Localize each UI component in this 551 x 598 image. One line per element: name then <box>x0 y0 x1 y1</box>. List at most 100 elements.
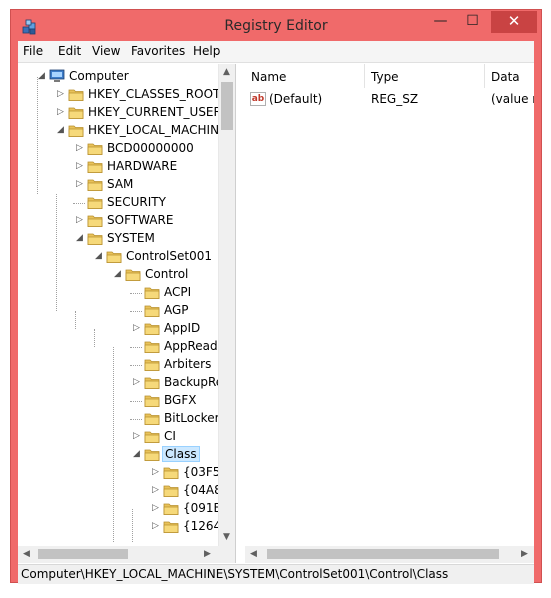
scroll-right-arrow-icon[interactable]: ▶ <box>204 549 211 559</box>
folder-icon <box>144 393 160 408</box>
tree-guide-line <box>75 311 76 329</box>
menu-favorites[interactable]: Favorites <box>131 44 185 58</box>
list-horizontal-scroll-thumb[interactable] <box>267 549 499 559</box>
tree-node[interactable]: ▷ {03F529 <box>18 464 235 482</box>
column-header-data[interactable]: Data <box>485 64 534 88</box>
tree-node[interactable]: ▷ SAM <box>18 176 218 194</box>
tree-node[interactable]: ▷ HARDWARE <box>18 158 218 176</box>
expand-arrow-icon[interactable]: ▷ <box>57 89 66 100</box>
tree-node[interactable]: ◢ Class <box>18 446 218 464</box>
scroll-down-arrow-icon[interactable]: ▼ <box>223 532 230 542</box>
tree-node-label[interactable]: HKEY_LOCAL_MACHINE <box>86 123 229 137</box>
tree-node[interactable]: ▷ SOFTWARE <box>18 212 218 230</box>
tree-node-label[interactable]: Arbiters <box>162 357 213 371</box>
tree-vertical-scroll-thumb[interactable] <box>221 82 233 130</box>
collapse-arrow-icon[interactable]: ◢ <box>57 125 66 136</box>
minimize-button[interactable]: — <box>425 11 456 33</box>
menu-help[interactable]: Help <box>193 44 220 58</box>
column-header-type[interactable]: Type <box>365 64 485 88</box>
collapse-arrow-icon[interactable]: ◢ <box>114 269 123 280</box>
close-button[interactable]: ✕ <box>491 11 537 33</box>
collapse-arrow-icon[interactable]: ◢ <box>95 251 104 262</box>
tree-node[interactable]: ▷ {091BC( <box>18 500 235 518</box>
tree-node-label[interactable]: SECURITY <box>105 195 168 209</box>
expand-arrow-icon[interactable]: ▷ <box>152 503 161 514</box>
expand-arrow-icon[interactable]: ▷ <box>133 431 142 442</box>
menu-view[interactable]: View <box>92 44 120 58</box>
expand-arrow-icon[interactable]: ▷ <box>133 377 142 388</box>
scroll-left-arrow-icon[interactable]: ◀ <box>250 549 257 559</box>
key-tree[interactable]: ◢ Computer ▷ HKEY_CLASSES_ROOT ▷ HKEY_CURRENT… <box>18 64 236 563</box>
tree-node[interactable]: Arbiters <box>18 356 218 374</box>
tree-node[interactable]: ACPI <box>18 284 218 302</box>
tree-node-label[interactable]: SAM <box>105 177 135 191</box>
expand-arrow-icon[interactable]: ▷ <box>76 161 85 172</box>
tree-vertical-scrollbar[interactable]: ▲ ▼ <box>218 64 235 546</box>
folder-icon <box>144 321 160 336</box>
tree-node-label[interactable]: BitLocker <box>162 411 222 425</box>
list-horizontal-scrollbar[interactable]: ◀ ▶ <box>245 546 534 563</box>
tree-node-label[interactable]: HKEY_CLASSES_ROOT <box>86 87 222 101</box>
title-bar[interactable]: Registry Editor — ☐ ✕ <box>11 10 541 42</box>
tree-node[interactable]: ◢ ControlSet001 <box>18 248 218 266</box>
expand-arrow-icon[interactable]: ▷ <box>152 467 161 478</box>
registry-editor-window: Registry Editor — ☐ ✕ File Edit View Fav… <box>10 9 542 584</box>
maximize-button[interactable]: ☐ <box>457 11 488 33</box>
tree-node[interactable]: ▷ AppID <box>18 320 218 338</box>
tree-node[interactable]: ▷ BackupRes <box>18 374 229 392</box>
tree-node-label[interactable]: BGFX <box>162 393 198 407</box>
column-header-name[interactable]: Name <box>245 64 365 88</box>
menu-edit[interactable]: Edit <box>58 44 81 58</box>
tree-node-label[interactable]: Control <box>143 267 190 281</box>
tree-horizontal-scroll-thumb[interactable] <box>38 549 128 559</box>
tree-node-label[interactable]: CI <box>162 429 178 443</box>
tree-node-label[interactable]: SOFTWARE <box>105 213 175 227</box>
tree-node-label[interactable]: ACPI <box>162 285 193 299</box>
collapse-arrow-icon[interactable]: ◢ <box>76 233 85 244</box>
expand-arrow-icon[interactable]: ▷ <box>152 521 161 532</box>
tree-node[interactable]: ◢ Computer <box>18 68 218 86</box>
tree-node[interactable]: ▷ HKEY_CLASSES_ROOT <box>18 86 220 104</box>
tree-node-label[interactable]: SYSTEM <box>105 231 157 245</box>
tree-node-label-selected[interactable]: Class <box>162 446 200 462</box>
tree-node[interactable]: AppReadin <box>18 338 229 356</box>
tree-node-label[interactable]: AGP <box>162 303 191 317</box>
tree-node[interactable]: BGFX <box>18 392 218 410</box>
collapse-arrow-icon[interactable]: ◢ <box>133 449 142 460</box>
tree-node[interactable]: ▷ CI <box>18 428 218 446</box>
tree-node-label[interactable]: HKEY_CURRENT_USER <box>86 105 224 119</box>
folder-icon <box>163 483 179 498</box>
collapse-arrow-icon[interactable]: ◢ <box>38 71 47 82</box>
tree-node[interactable]: ▷ HKEY_CURRENT_USER <box>18 104 222 122</box>
tree-node-label[interactable]: BCD00000000 <box>105 141 196 155</box>
tree-node[interactable]: ◢ Control <box>18 266 218 284</box>
tree-node-label[interactable]: Computer <box>67 69 131 83</box>
expand-arrow-icon[interactable]: ▷ <box>76 215 85 226</box>
expand-arrow-icon[interactable]: ▷ <box>133 323 142 334</box>
menu-file[interactable]: File <box>23 44 43 58</box>
scroll-up-arrow-icon[interactable]: ▲ <box>223 67 230 77</box>
tree-node[interactable]: ▷ BCD00000000 <box>18 140 218 158</box>
tree-node[interactable]: SECURITY <box>18 194 218 212</box>
tree-node[interactable]: BitLocker <box>18 410 220 428</box>
tree-horizontal-scrollbar[interactable]: ◀ ▶ <box>18 546 235 563</box>
tree-node[interactable]: ◢ SYSTEM <box>18 230 218 248</box>
folder-icon <box>68 105 84 120</box>
folder-icon <box>144 357 160 372</box>
expand-arrow-icon[interactable]: ▷ <box>57 107 66 118</box>
tree-node-label[interactable]: ControlSet001 <box>124 249 214 263</box>
tree-node[interactable]: AGP <box>18 302 218 320</box>
tree-node[interactable]: ◢ HKEY_LOCAL_MACHINE <box>18 122 227 140</box>
value-row[interactable]: ab (Default) REG_SZ (value nc <box>245 92 534 110</box>
values-list[interactable]: Name Type Data ab (Default) REG_SZ (valu… <box>245 64 534 563</box>
tree-node-label[interactable]: HARDWARE <box>105 159 179 173</box>
expand-arrow-icon[interactable]: ▷ <box>76 179 85 190</box>
folder-icon <box>163 501 179 516</box>
scroll-right-arrow-icon[interactable]: ▶ <box>521 549 528 559</box>
tree-node[interactable]: ▷ {04A83I <box>18 482 233 500</box>
tree-node[interactable]: ▷ {126476 <box>18 518 235 536</box>
expand-arrow-icon[interactable]: ▷ <box>76 143 85 154</box>
scroll-left-arrow-icon[interactable]: ◀ <box>23 549 30 559</box>
expand-arrow-icon[interactable]: ▷ <box>152 485 161 496</box>
tree-node-label[interactable]: AppID <box>162 321 202 335</box>
